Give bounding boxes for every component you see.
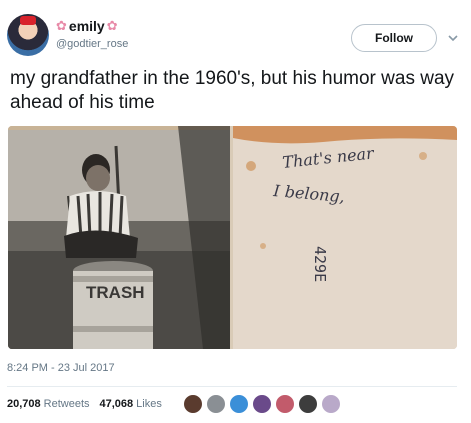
photo-front[interactable]: TRASH: [8, 126, 230, 349]
liker-avatars: [183, 394, 344, 414]
user-handle[interactable]: @godtier_rose: [56, 38, 128, 50]
likes-count[interactable]: 47,068: [100, 398, 134, 410]
follow-button[interactable]: Follow: [351, 24, 437, 52]
retweets-label[interactable]: Retweets: [44, 398, 90, 410]
divider: [7, 386, 457, 387]
liker-avatar[interactable]: [321, 394, 341, 414]
liker-avatar[interactable]: [229, 394, 249, 414]
chevron-down-icon[interactable]: [447, 32, 459, 44]
tweet-stats: 20,708 Retweets 47,068 Likes: [7, 398, 172, 410]
liker-avatar[interactable]: [275, 394, 295, 414]
liker-avatar[interactable]: [252, 394, 272, 414]
trash-label: TRASH: [86, 283, 145, 302]
flower-emoji-icon: ✿: [56, 18, 67, 33]
tweet-timestamp[interactable]: 8:24 PM - 23 Jul 2017: [7, 362, 115, 374]
liker-avatar[interactable]: [206, 394, 226, 414]
name-row: ✿ emily ✿: [56, 18, 118, 34]
tweet-header: ✿ emily ✿ @godtier_rose Follow: [7, 14, 464, 60]
avatar[interactable]: [7, 14, 49, 56]
tweet-media[interactable]: TRASH That's near I belong, 429E: [8, 126, 457, 349]
bow-decoration: [20, 16, 36, 25]
likes-label[interactable]: Likes: [136, 398, 162, 410]
retweets-count[interactable]: 20,708: [7, 398, 41, 410]
display-name[interactable]: emily: [69, 18, 105, 34]
photo-back[interactable]: That's near I belong, 429E: [233, 126, 457, 349]
liker-avatar[interactable]: [298, 394, 318, 414]
stamped-code: 429E: [311, 246, 329, 282]
flower-emoji-icon: ✿: [106, 18, 118, 33]
liker-avatar[interactable]: [183, 394, 203, 414]
tweet-text: my grandfather in the 1960's, but his hu…: [10, 68, 455, 113]
handwritten-back: That's near I belong, 429E: [233, 126, 457, 349]
grandfather-photo: TRASH: [8, 126, 230, 349]
